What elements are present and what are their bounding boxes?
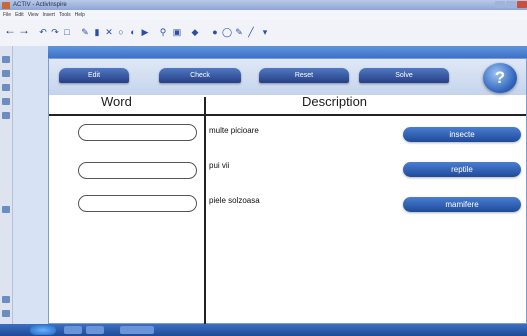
header-divider xyxy=(49,114,526,116)
main-toolbar: ← → ↶ ↷ □ ✎ ▮ ✕ ○ ◐ ▶ ⚲ ▣ ◆ ● ◯ ✎ ╱ ▾ xyxy=(0,20,527,47)
close-button[interactable] xyxy=(517,1,527,8)
line-tool-icon[interactable]: ╱ xyxy=(246,27,256,37)
menu-item-help[interactable]: Help xyxy=(75,12,85,18)
solve-button[interactable]: Solve xyxy=(359,68,449,83)
board-top-strip xyxy=(48,46,527,58)
menu-item-view[interactable]: View xyxy=(28,12,39,18)
check-button[interactable]: Check xyxy=(159,68,241,83)
answer-tile[interactable]: mamifere xyxy=(403,197,521,212)
taskbar-app-item[interactable] xyxy=(64,326,82,334)
zoom-icon[interactable]: ⚲ xyxy=(158,27,168,37)
row-description: piele solzoasa xyxy=(209,196,260,205)
maximize-button[interactable] xyxy=(506,1,516,8)
left-tool-column xyxy=(0,46,13,336)
taskbar-app-item[interactable] xyxy=(86,326,104,334)
canvas-margin xyxy=(13,46,48,336)
marker-icon[interactable]: ✎ xyxy=(234,27,244,37)
menu-item-insert[interactable]: Insert xyxy=(42,12,55,18)
select-tool-icon[interactable]: ▶ xyxy=(140,27,150,37)
shape-tool-icon[interactable]: ○ xyxy=(116,27,126,37)
word-drop-slot[interactable] xyxy=(78,124,197,141)
menu-item-tools[interactable]: Tools xyxy=(59,12,71,18)
activity-board: Edit Check Reset Solve ? Word Descriptio… xyxy=(48,58,527,325)
undo-icon[interactable]: ↶ xyxy=(38,27,48,37)
description-column-header: Description xyxy=(302,94,368,109)
os-taskbar xyxy=(0,324,527,336)
answer-tile[interactable]: reptile xyxy=(403,162,521,177)
word-drop-slot[interactable] xyxy=(78,195,197,212)
edit-button[interactable]: Edit xyxy=(59,68,129,83)
answer-tile[interactable]: insecte xyxy=(403,127,521,142)
taskbar-app-item[interactable] xyxy=(120,326,154,334)
word-column-header: Word xyxy=(101,94,132,109)
trash-icon[interactable] xyxy=(2,310,10,317)
notes-browser-icon[interactable] xyxy=(2,98,10,105)
column-divider xyxy=(204,97,206,325)
menu-bar: File Edit View Insert Tools Help xyxy=(0,10,527,20)
color-palette-icon[interactable]: ● xyxy=(210,27,220,37)
menu-item-file[interactable]: File xyxy=(3,12,11,18)
object-browser-icon[interactable] xyxy=(2,84,10,91)
row-description: pui vii xyxy=(209,161,230,170)
app-icon xyxy=(2,1,10,9)
eraser-icon[interactable]: ✕ xyxy=(104,27,114,37)
menu-item-edit[interactable]: Edit xyxy=(15,12,24,18)
row-description: multe picioare xyxy=(209,126,259,135)
fill-tool-icon[interactable]: ◐ xyxy=(128,27,138,37)
resource-browser-icon[interactable] xyxy=(2,70,10,77)
page-browser-icon[interactable] xyxy=(2,56,10,63)
forward-arrow-icon[interactable]: → xyxy=(18,24,30,36)
property-browser-icon[interactable] xyxy=(2,112,10,119)
pointer-icon[interactable]: ◆ xyxy=(190,27,200,37)
page-icon[interactable]: □ xyxy=(62,27,72,37)
screen-icon[interactable]: ▣ xyxy=(172,27,182,37)
collapse-handle-icon[interactable] xyxy=(2,206,10,213)
dropdown-icon[interactable]: ▾ xyxy=(260,27,270,37)
pen-tool-icon[interactable]: ✎ xyxy=(80,27,90,37)
help-button[interactable]: ? xyxy=(483,63,517,93)
start-button[interactable] xyxy=(30,325,56,335)
redo-icon[interactable]: ↷ xyxy=(50,27,60,37)
word-drop-slot[interactable] xyxy=(78,162,197,179)
back-arrow-icon[interactable]: ← xyxy=(4,24,16,36)
text-tool-icon[interactable]: ◯ xyxy=(222,27,232,37)
window-title-bar: ACTIV - ActivInspire xyxy=(0,0,527,10)
pin-icon[interactable] xyxy=(2,296,10,303)
reset-button[interactable]: Reset xyxy=(259,68,349,83)
window-title: ACTIV - ActivInspire xyxy=(13,2,67,8)
highlighter-icon[interactable]: ▮ xyxy=(92,27,102,37)
minimize-button[interactable] xyxy=(495,1,505,8)
